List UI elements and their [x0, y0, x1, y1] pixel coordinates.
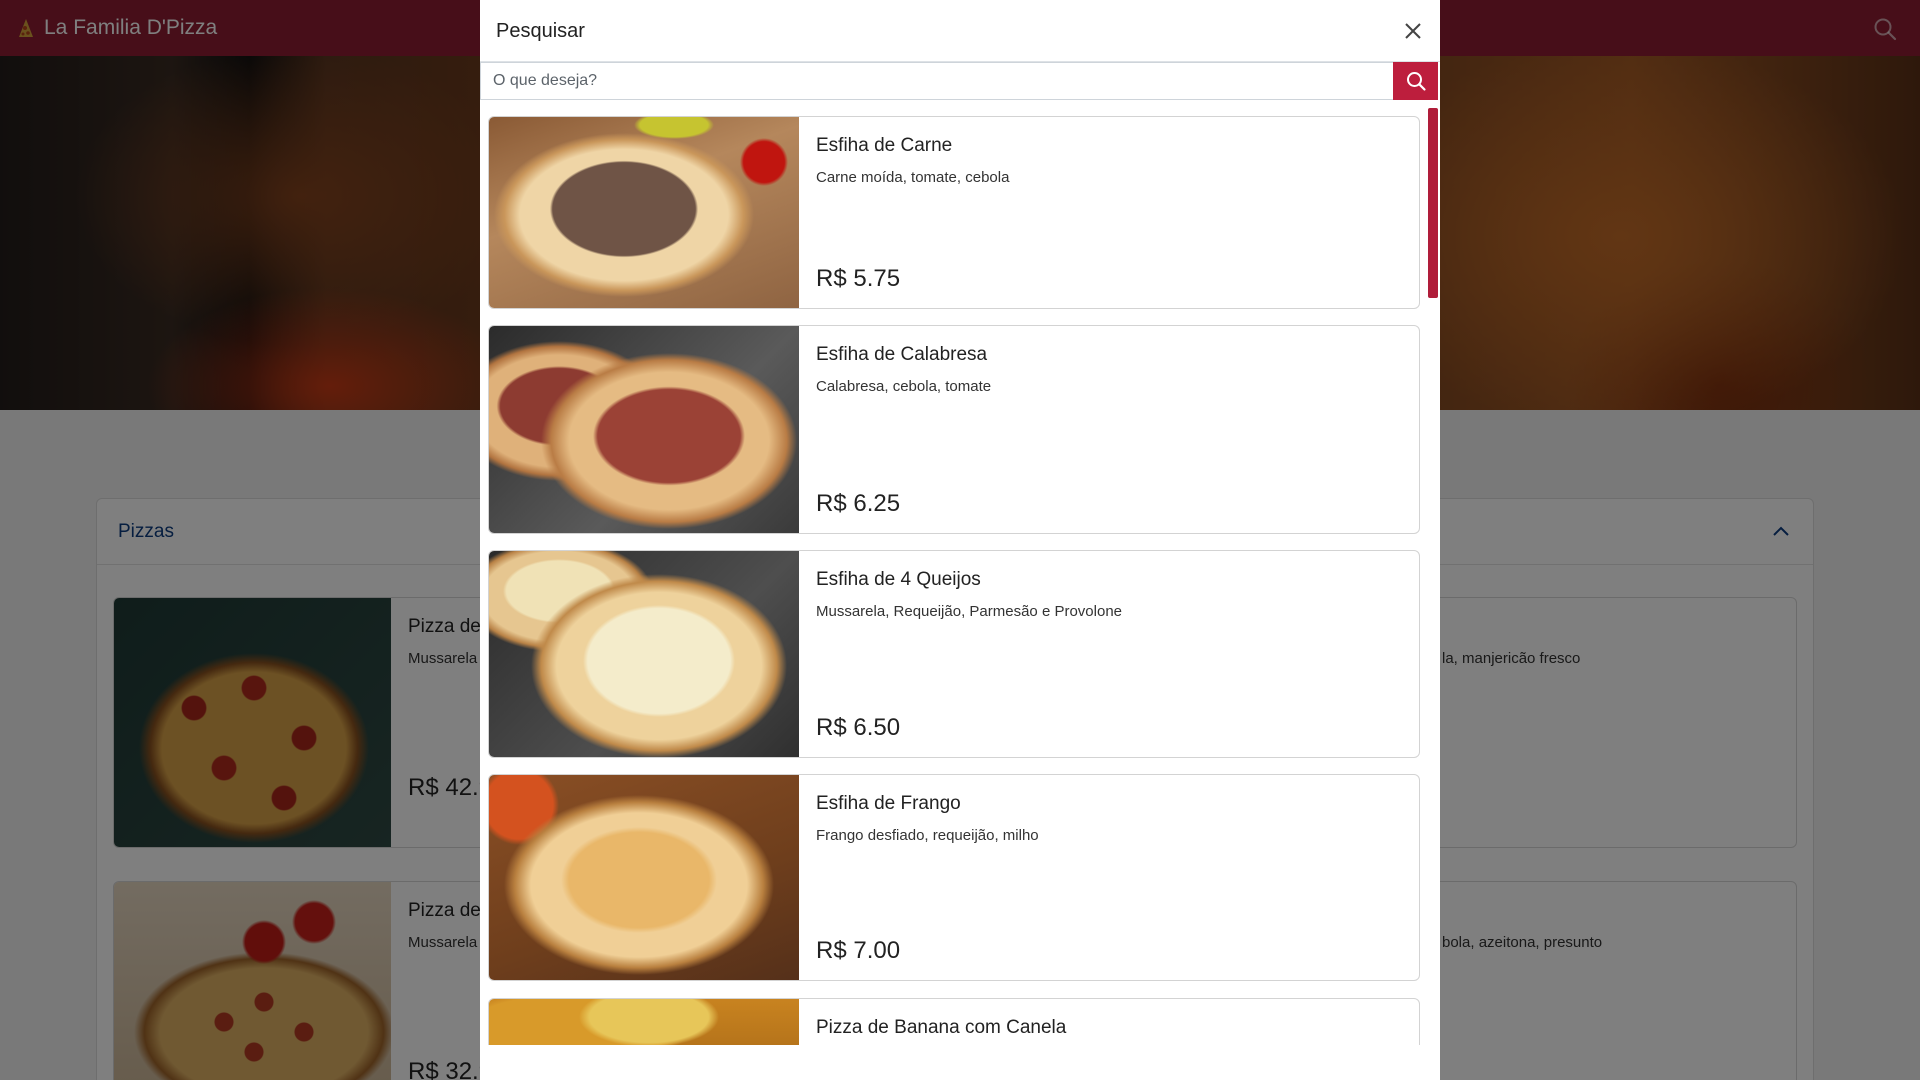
result-price: R$ 7.00 — [816, 937, 901, 964]
result-image — [489, 999, 799, 1045]
result-description: Carne moída, tomate, cebola — [816, 169, 1010, 186]
result-description: Frango desfiado, requeijão, milho — [816, 827, 1039, 844]
search-icon — [1406, 72, 1426, 91]
modal-header: Pesquisar — [480, 0, 1440, 62]
result-name: Pizza de Banana com Canela — [816, 1017, 1067, 1038]
result-price: R$ 6.25 — [816, 490, 901, 517]
close-icon[interactable] — [1400, 18, 1426, 44]
result-image — [489, 117, 799, 308]
result-card[interactable]: Pizza de Banana com Canela — [488, 998, 1420, 1045]
search-bar — [480, 62, 1440, 100]
result-price: R$ 5.75 — [816, 265, 901, 292]
search-results-list: Esfiha de Carne Carne moída, tomate, ceb… — [480, 108, 1440, 1045]
result-card[interactable]: Esfiha de Calabresa Calabresa, cebola, t… — [488, 325, 1420, 534]
result-description: Calabresa, cebola, tomate — [816, 378, 992, 395]
result-card[interactable]: Esfiha de Carne Carne moída, tomate, ceb… — [488, 116, 1420, 309]
result-description: Mussarela, Requeijão, Parmesão e Provolo… — [816, 603, 1122, 620]
result-price: R$ 6.50 — [816, 714, 901, 741]
search-input[interactable] — [480, 62, 1393, 100]
result-image — [489, 775, 799, 980]
result-name: Esfiha de Frango — [816, 793, 961, 814]
scrollbar-thumb[interactable] — [1428, 108, 1438, 298]
result-card[interactable]: Esfiha de Frango Frango desfiado, requei… — [488, 774, 1420, 981]
result-card[interactable]: Esfiha de 4 Queijos Mussarela, Requeijão… — [488, 550, 1420, 758]
result-image — [489, 551, 799, 757]
result-name: Esfiha de Calabresa — [816, 344, 988, 365]
modal-title: Pesquisar — [496, 20, 585, 42]
result-name: Esfiha de 4 Queijos — [816, 569, 981, 590]
search-modal: Pesquisar Esfiha de Carne Carne moída, t… — [480, 0, 1440, 1080]
result-name: Esfiha de Carne — [816, 135, 953, 156]
search-button[interactable] — [1393, 62, 1438, 100]
result-image — [489, 326, 799, 533]
